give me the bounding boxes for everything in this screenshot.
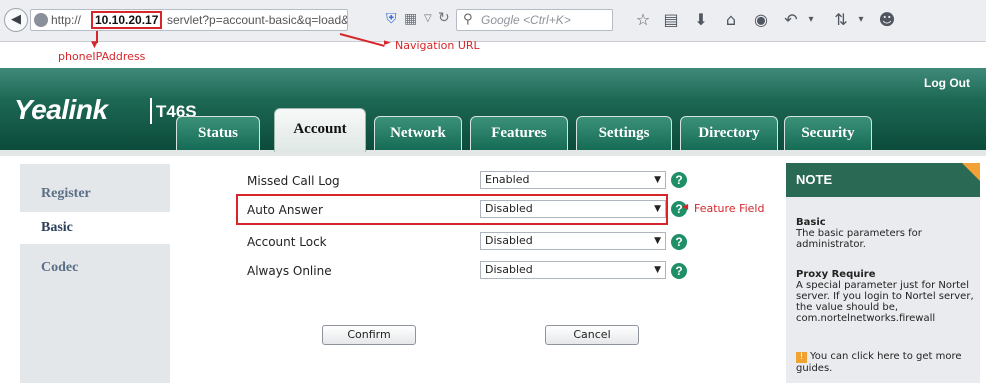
search-input[interactable]: ⚲ Google <Ctrl+K> xyxy=(456,9,613,31)
grid-icon[interactable]: ▦ xyxy=(404,11,417,27)
ip-annotation-arrow: ▼ xyxy=(91,40,98,50)
sidebar-item-basic[interactable]: Basic xyxy=(20,212,170,244)
dropdown-icon[interactable]: ▽ xyxy=(424,13,432,24)
chevron-down-icon: ▼ xyxy=(654,265,661,275)
feature-annotation-label: Feature Field xyxy=(694,202,765,215)
history-dropdown-icon[interactable]: ▾ xyxy=(800,9,822,31)
addon-icon[interactable]: ⇅ xyxy=(830,9,852,31)
auto-answer-select[interactable]: Disabled ▼ xyxy=(480,200,666,218)
ip-annotation-label: phoneIPAddress xyxy=(58,50,146,63)
account-lock-value: Disabled xyxy=(485,234,533,247)
sidebar: Register Basic Codec xyxy=(20,164,170,383)
cancel-button[interactable]: Cancel xyxy=(545,325,639,345)
tab-network[interactable]: Network xyxy=(374,116,462,150)
url-ip-address: 10.10.20.17 xyxy=(91,11,163,29)
sidebar-item-codec[interactable]: Codec xyxy=(20,252,170,284)
tab-features[interactable]: Features xyxy=(470,116,568,150)
missed-call-log-select[interactable]: Enabled ▼ xyxy=(480,171,666,189)
home-icon[interactable]: ⌂ xyxy=(720,9,742,31)
tab-status[interactable]: Status xyxy=(176,116,260,150)
address-bar[interactable]: http:// 10.10.20.17 servlet?p=account-ba… xyxy=(30,9,348,31)
globe-icon xyxy=(34,13,48,27)
account-lock-label: Account Lock xyxy=(247,235,327,249)
guide-icon: ! xyxy=(796,352,807,363)
sidebar-item-register[interactable]: Register xyxy=(20,178,170,210)
help-icon[interactable]: ? xyxy=(671,234,687,250)
reading-list-icon[interactable]: ▤ xyxy=(660,9,682,31)
chevron-down-icon: ▼ xyxy=(654,236,661,246)
menu-icon[interactable]: ☻ xyxy=(876,9,898,31)
url-annotation-arrow: ► xyxy=(384,38,391,48)
note-corner-icon xyxy=(962,163,980,181)
note-proxy-title: Proxy Require xyxy=(796,269,876,280)
bookmark-star-icon[interactable]: ☆ xyxy=(632,9,654,31)
reload-icon[interactable]: ↻ xyxy=(438,10,450,26)
always-online-value: Disabled xyxy=(485,263,533,276)
note-proxy: Proxy Require A special parameter just f… xyxy=(796,269,976,324)
note-guide-text[interactable]: You can click here to get more guides. xyxy=(796,351,962,374)
auto-answer-value: Disabled xyxy=(485,202,533,215)
note-basic-title: Basic xyxy=(796,217,826,228)
download-icon[interactable]: ⬇ xyxy=(690,9,712,31)
missed-call-log-label: Missed Call Log xyxy=(247,174,340,188)
always-online-label: Always Online xyxy=(247,264,332,278)
account-lock-select[interactable]: Disabled ▼ xyxy=(480,232,666,250)
help-icon[interactable]: ? xyxy=(671,263,687,279)
note-title: NOTE xyxy=(786,163,980,197)
logout-link[interactable]: Log Out xyxy=(924,76,970,90)
url-path: servlet?p=account-basic&q=load&acc=0 xyxy=(167,13,348,27)
search-placeholder: Google <Ctrl+K> xyxy=(481,13,571,27)
help-icon[interactable]: ? xyxy=(671,172,687,188)
history-back-icon[interactable]: ↶ xyxy=(780,9,802,31)
chevron-down-icon: ▼ xyxy=(654,204,661,214)
missed-call-log-value: Enabled xyxy=(485,173,530,186)
addon-dropdown-icon[interactable]: ▾ xyxy=(850,9,872,31)
always-online-select[interactable]: Disabled ▼ xyxy=(480,261,666,279)
logo-divider xyxy=(150,98,152,124)
tab-directory[interactable]: Directory xyxy=(680,116,778,150)
confirm-button[interactable]: Confirm xyxy=(322,325,416,345)
chevron-down-icon: ▼ xyxy=(654,175,661,185)
back-icon[interactable]: ◀ xyxy=(4,8,28,32)
tab-settings[interactable]: Settings xyxy=(576,116,672,150)
chat-icon[interactable]: ◉ xyxy=(750,9,772,31)
note-basic-text: The basic parameters for administrator. xyxy=(796,228,922,250)
auto-answer-label: Auto Answer xyxy=(247,203,323,217)
brand-logo: Yealink xyxy=(14,94,108,125)
note-basic: Basic The basic parameters for administr… xyxy=(796,217,976,250)
note-proxy-text: A special parameter just for Nortel serv… xyxy=(796,280,974,324)
content-top-strip xyxy=(0,150,986,156)
search-icon: ⚲ xyxy=(463,12,473,27)
toolbar-icons: ☆ ▤ ⬇ ⌂ ◉ ↶ ▾ ⇅ ▾ ☻ xyxy=(632,9,977,33)
url-annotation-label: Navigation URL xyxy=(395,39,480,52)
feature-annotation-arrow: ◀ xyxy=(682,202,689,211)
note-guide[interactable]: ! You can click here to get more guides. xyxy=(796,351,976,374)
url-prefix: http:// xyxy=(51,13,82,27)
shield-icon[interactable]: ⛨ xyxy=(386,11,397,27)
tab-security[interactable]: Security xyxy=(784,116,872,150)
tab-account[interactable]: Account xyxy=(274,108,366,152)
browser-toolbar: ◀ http:// 10.10.20.17 servlet?p=account-… xyxy=(0,0,986,42)
note-panel: NOTE Basic The basic parameters for admi… xyxy=(786,163,980,383)
